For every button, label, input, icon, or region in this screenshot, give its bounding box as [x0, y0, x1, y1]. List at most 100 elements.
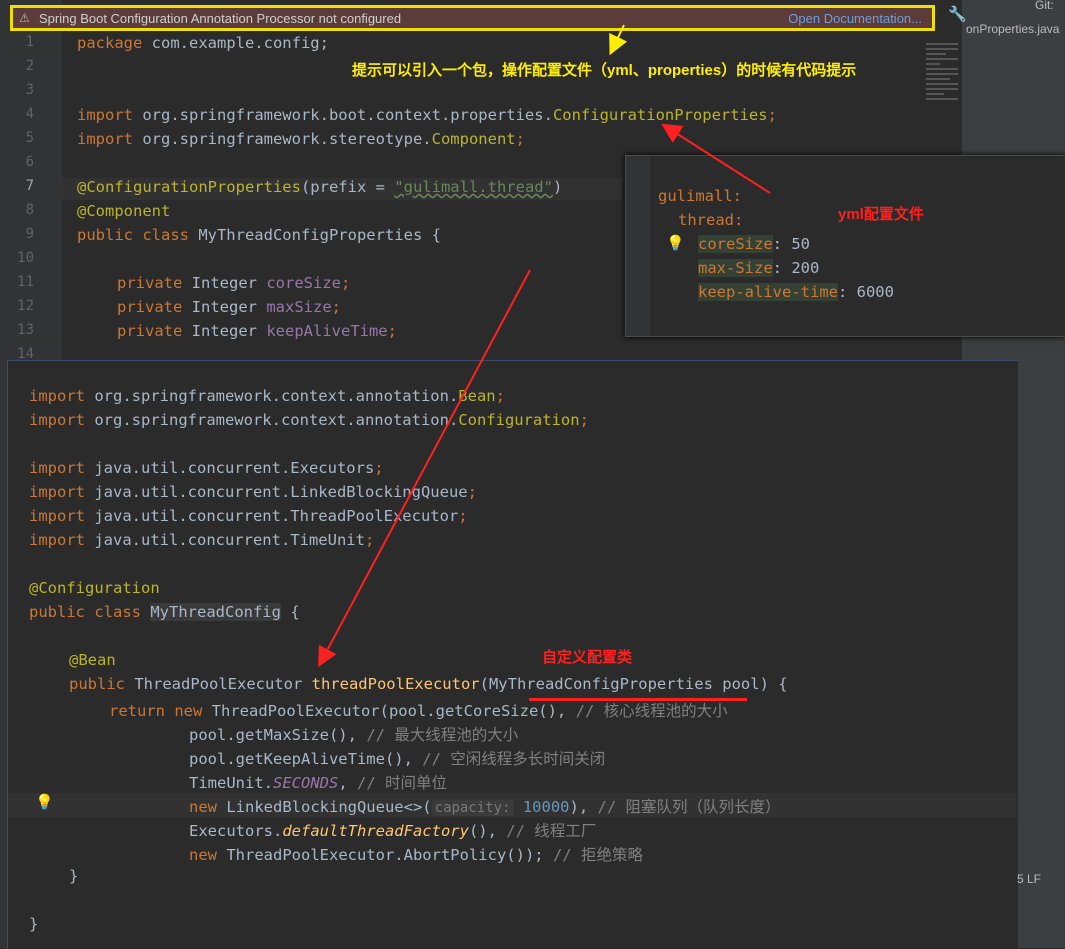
import-class: Component [431, 130, 516, 148]
keyword: public class [29, 603, 151, 621]
keyword: import [29, 459, 85, 477]
code-line[interactable]: TimeUnit.SECONDS, // 时间单位 [189, 771, 447, 793]
code-line[interactable]: pool.getMaxSize(), // 最大线程池的大小 [189, 723, 518, 745]
keyword: import [29, 483, 85, 501]
status-bar: 5 LF [1017, 872, 1042, 886]
comment: // 最大线程池的大小 [366, 726, 519, 744]
type: Integer [182, 298, 267, 316]
semicolon: ; [458, 507, 468, 525]
line-number: 12 [17, 298, 34, 314]
code-line[interactable]: @Bean [69, 651, 116, 669]
line-number: 8 [25, 202, 34, 218]
import-line[interactable]: import java.util.concurrent.Executors; [29, 459, 384, 477]
import-line[interactable]: import org.springframework.context.annot… [29, 411, 589, 429]
code-line-1[interactable]: package com.example.config; [77, 34, 329, 52]
keyword: private [117, 322, 183, 340]
import-path: org.springframework.stereotype. [133, 130, 432, 148]
import-line[interactable]: import java.util.concurrent.TimeUnit; [29, 531, 374, 549]
yaml-item: max-Size: 200 [698, 259, 819, 277]
keyword: return new [109, 702, 203, 720]
code-line-5[interactable]: import org.springframework.stereotype.Co… [77, 130, 525, 148]
yaml-root: gulimall: [658, 187, 742, 205]
notification-text: Spring Boot Configuration Annotation Pro… [39, 11, 402, 26]
editor-tab[interactable]: onProperties.java [966, 22, 1059, 36]
expr: LinkedBlockingQueue<>( [217, 798, 432, 816]
code-line[interactable]: public class MyThreadConfig { [29, 603, 300, 621]
code-line-7[interactable]: @ConfigurationProperties(prefix = "gulim… [77, 178, 562, 196]
warning-icon: ⚠ [19, 11, 30, 25]
annotation-yml: yml配置文件 [838, 206, 924, 223]
keyword: public [69, 675, 125, 693]
line-number: 3 [25, 82, 34, 98]
brace: } [29, 915, 39, 933]
code-line-8[interactable]: @Component [77, 202, 170, 220]
import-line[interactable]: import org.springframework.context.annot… [29, 387, 505, 405]
import-line[interactable]: import java.util.concurrent.ThreadPoolEx… [29, 507, 468, 525]
comma: , [338, 774, 357, 792]
wrench-icon[interactable]: 🔧 [948, 5, 967, 23]
semicolon: ; [515, 130, 525, 148]
comment: // 核心线程池的大小 [575, 702, 728, 720]
code-line-11[interactable]: private Integer coreSize; [117, 274, 350, 292]
notification-bar[interactable]: ⚠ Spring Boot Configuration Annotation P… [10, 5, 935, 31]
annotation-param: (prefix = [300, 178, 395, 196]
minimap[interactable] [924, 40, 960, 150]
yaml-value: : 6000 [837, 283, 894, 301]
yaml-value: : 200 [772, 259, 820, 277]
annotation: @Component [77, 202, 171, 220]
comment: // 阻塞队列（队列长度） [597, 798, 781, 816]
yaml-thread: thread: [678, 211, 743, 229]
line-number: 4 [25, 106, 34, 122]
keyword: import [29, 387, 85, 405]
code-line-4[interactable]: import org.springframework.boot.context.… [77, 106, 777, 124]
semicolon: ; [579, 411, 589, 429]
lightbulb-icon[interactable]: 💡 [666, 234, 685, 252]
params: (MyThreadConfigProperties pool) { [479, 675, 788, 693]
line-number: 7 [25, 178, 34, 194]
code-line[interactable]: } [69, 867, 78, 885]
keyword: import [29, 507, 85, 525]
expr: pool.getMaxSize(), [189, 726, 367, 744]
code-line[interactable]: Executors.defaultThreadFactory(), // 线程工… [189, 819, 596, 841]
code-line[interactable]: pool.getKeepAliveTime(), // 空闲线程多长时间关闭 [189, 747, 605, 769]
editor-bottom[interactable]: import org.springframework.context.annot… [7, 360, 1018, 949]
expr: TimeUnit. [189, 774, 273, 792]
semicolon: ; [331, 298, 341, 316]
keyword: package [77, 34, 143, 52]
open-documentation-link[interactable]: Open Documentation... [788, 11, 922, 26]
string-literal: "gulimall.thread" [394, 178, 553, 196]
yaml-key: thread: [678, 211, 744, 229]
code-line[interactable]: } [29, 915, 38, 933]
field: keepAliveTime [266, 322, 388, 340]
import-path: java.util.concurrent.Executors [85, 459, 375, 477]
method-name: threadPoolExecutor [311, 675, 480, 693]
import-class: ConfigurationProperties [552, 106, 768, 124]
code-line[interactable]: new ThreadPoolExecutor.AbortPolicy()); /… [189, 843, 643, 865]
keyword: private [117, 298, 183, 316]
code-line-12[interactable]: private Integer maxSize; [117, 298, 341, 316]
keyword: new [189, 798, 217, 816]
keyword: import [77, 106, 133, 124]
paren: ) [552, 178, 563, 196]
param-hint: capacity: [431, 800, 514, 816]
line-number: 9 [25, 226, 34, 242]
import-path: org.springframework.context.annotation. [85, 411, 459, 429]
code-line[interactable]: @Configuration [29, 579, 160, 597]
code-line-9[interactable]: public class MyThreadConfigProperties { [77, 226, 441, 244]
import-path: java.util.concurrent.TimeUnit [85, 531, 365, 549]
semicolon: ; [467, 483, 477, 501]
line-number: 10 [17, 250, 34, 266]
import-line[interactable]: import java.util.concurrent.LinkedBlocki… [29, 483, 477, 501]
type: ThreadPoolExecutor [125, 675, 312, 693]
code-line[interactable]: new LinkedBlockingQueue<>(capacity: 1000… [189, 795, 781, 817]
code-line-13[interactable]: private Integer keepAliveTime; [117, 322, 397, 340]
code-line[interactable]: public ThreadPoolExecutor threadPoolExec… [69, 675, 788, 693]
git-label[interactable]: Git: [1035, 0, 1054, 12]
code-line[interactable]: return new ThreadPoolExecutor(pool.getCo… [109, 699, 728, 721]
import-class: Configuration [458, 411, 580, 429]
import-path: org.springframework.context.annotation. [85, 387, 459, 405]
lightbulb-icon[interactable]: 💡 [35, 793, 54, 811]
line-number: 6 [25, 154, 34, 170]
expr: ThreadPoolExecutor.AbortPolicy()); [217, 846, 553, 864]
yaml-key: keep-alive-time [698, 283, 838, 301]
